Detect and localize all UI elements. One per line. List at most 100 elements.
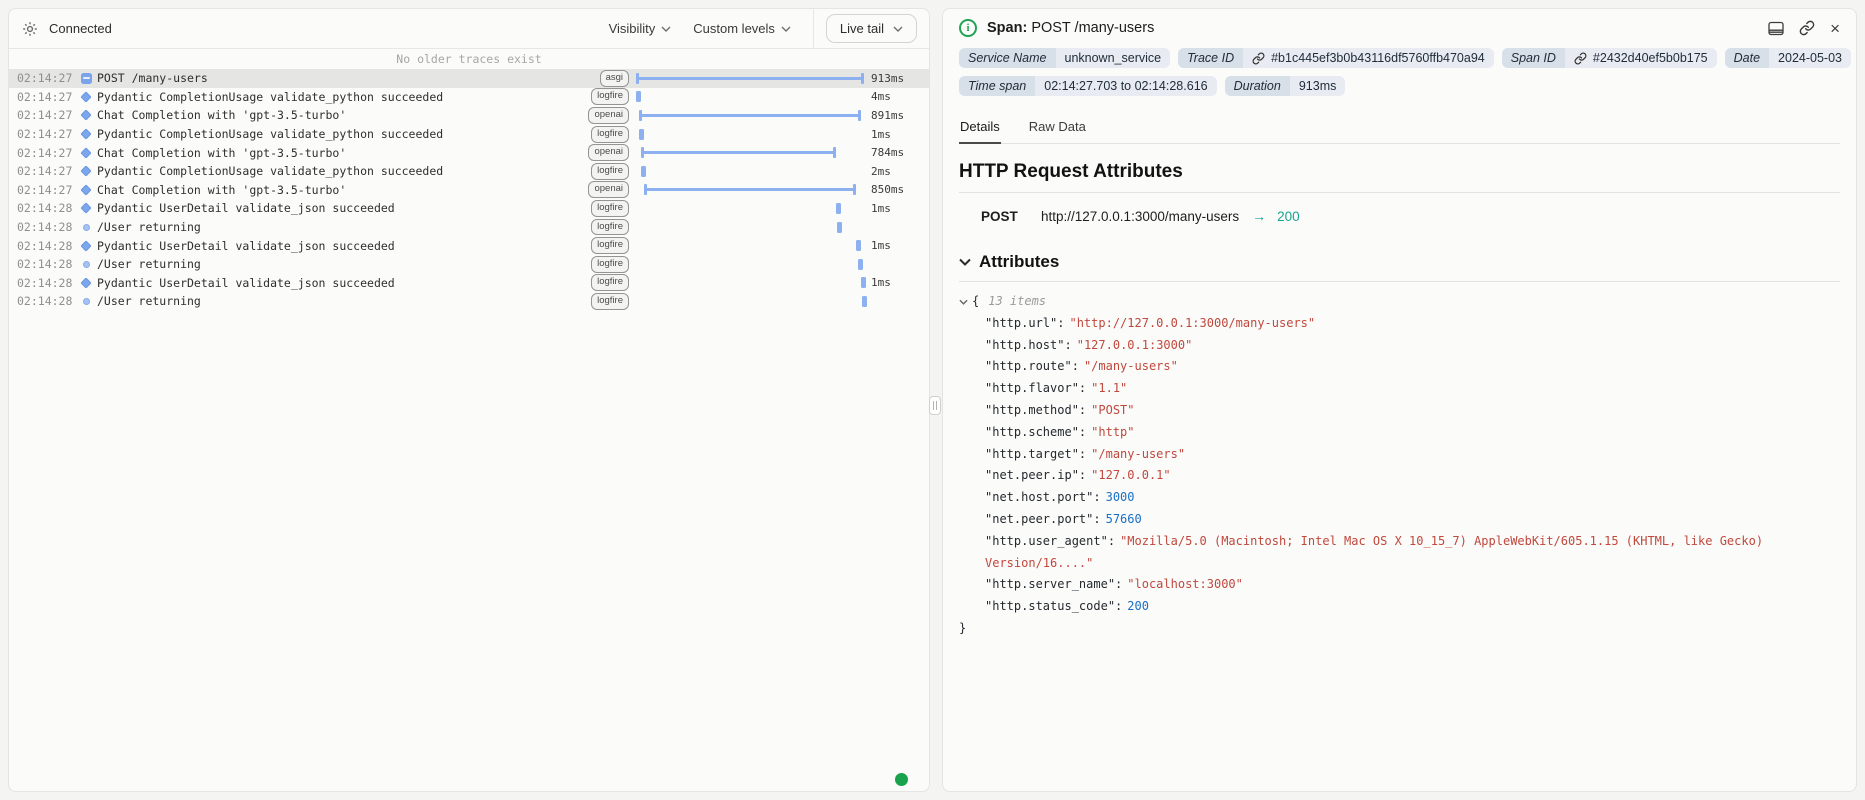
collapse-icon[interactable] [81,73,92,84]
row-timeline [636,199,864,218]
trace-row[interactable]: 02:14:27 Pydantic CompletionUsage valida… [9,88,929,107]
row-span-name: /User returning [97,294,583,308]
live-tail-cell: Live tail [813,9,929,48]
row-timeline [636,106,864,125]
trace-panel-header: Connected Visibility Custom levels [9,9,929,49]
row-timestamp: 02:14:28 [17,220,75,234]
dock-panel-icon[interactable] [1768,21,1784,36]
json-value: "POST" [1091,403,1134,417]
trace-row[interactable]: 02:14:27 Chat Completion with 'gpt-3.5-t… [9,106,929,125]
row-duration: 1ms [871,128,923,141]
trace-row[interactable]: 02:14:28 /User returning logfire [9,255,929,274]
row-timeline [636,274,864,293]
trace-row[interactable]: 02:14:28 Pydantic UserDetail validate_js… [9,274,929,293]
json-key: "http.target" [985,447,1079,461]
trace-row[interactable]: 02:14:27 Chat Completion with 'gpt-3.5-t… [9,143,929,162]
settings-gear-icon[interactable] [22,21,38,37]
row-span-name: Pydantic UserDetail validate_json succee… [97,276,583,290]
json-attribute-line: "http.method":"POST" [985,400,1840,422]
tab-raw-data[interactable]: Raw Data [1028,112,1087,143]
duration-bar [641,166,646,177]
span-diamond-icon [80,110,91,121]
row-duration: 1ms [871,276,923,289]
span-diamond-icon [80,166,91,177]
span-diamond-icon [80,147,91,158]
json-attribute-line: "http.status_code":200 [985,596,1840,618]
collapse-chevron-icon[interactable] [959,258,971,266]
http-method: POST [981,209,1041,224]
trace-row[interactable]: 02:14:28 Pydantic UserDetail validate_js… [9,199,929,218]
json-key: "http.url" [985,316,1057,330]
http-url: http://127.0.0.1:3000/many-users [1041,209,1239,224]
copy-link-icon[interactable] [1799,20,1815,36]
row-timestamp: 02:14:28 [17,276,75,290]
json-attribute-line: "http.host":"127.0.0.1:3000" [985,335,1840,357]
logfire-app: Connected Visibility Custom levels [0,0,1865,800]
json-attribute-line: "http.user_agent":"Mozilla/5.0 (Macintos… [985,531,1840,575]
chevron-down-icon [781,26,791,32]
arrow-right-icon: → [1252,208,1266,224]
span-diamond-icon [80,240,91,251]
json-value: 57660 [1106,512,1142,526]
duration-bar [639,129,644,140]
json-attribute-line: "http.scheme":"http" [985,422,1840,444]
panel-resize-handle[interactable] [929,396,941,415]
row-span-name: /User returning [97,257,583,271]
row-timeline [636,218,864,237]
row-duration: 1ms [871,239,923,252]
scope-tag: logfire [591,219,629,236]
visibility-dropdown[interactable]: Visibility [609,21,672,36]
meta-badge: Duration 913ms [1225,76,1346,96]
duration-bar [862,296,867,307]
duration-bar [641,151,836,154]
badge-label: Trace ID [1178,48,1243,68]
items-count: 13 items [988,291,1046,313]
json-entries: "http.url":"http://127.0.0.1:3000/many-u… [959,313,1840,618]
json-attribute-line: "net.host.port":3000 [985,487,1840,509]
trace-row[interactable]: 02:14:28 Pydantic UserDetail validate_js… [9,236,929,255]
scope-tag: logfire [591,126,629,143]
chevron-down-icon [893,26,903,32]
json-value: 3000 [1106,490,1135,504]
connection-status: Connected [49,21,112,36]
custom-levels-dropdown[interactable]: Custom levels [693,21,791,36]
link-icon[interactable] [1252,52,1265,65]
live-tail-dropdown[interactable]: Live tail [826,14,917,43]
trace-row[interactable]: 02:14:27 Chat Completion with 'gpt-3.5-t… [9,181,929,200]
json-collapse-icon[interactable] [959,299,968,305]
no-older-traces-message: No older traces exist [9,50,929,68]
scope-tag: logfire [591,163,629,180]
span-diamond-icon [80,128,91,139]
badge-label: Duration [1225,76,1290,96]
span-diamond-icon [80,203,91,214]
json-attribute-line: "net.peer.port":57660 [985,509,1840,531]
http-status-code: 200 [1277,209,1300,224]
row-timeline [636,181,864,200]
json-key: "http.scheme" [985,425,1079,439]
json-attribute-line: "http.server_name":"localhost:3000" [985,574,1840,596]
tab-details[interactable]: Details [959,112,1001,144]
badge-value: #2432d40ef5b0b175 [1593,51,1708,65]
http-request-attributes-heading: HTTP Request Attributes [959,161,1840,183]
row-timestamp: 02:14:27 [17,146,75,160]
trace-row[interactable]: 02:14:27 Pydantic CompletionUsage valida… [9,162,929,181]
row-timestamp: 02:14:28 [17,239,75,253]
close-icon[interactable]: × [1830,20,1840,37]
attributes-heading: Attributes [959,252,1840,272]
span-detail-panel: i Span: POST /many-users [942,8,1857,792]
scope-tag: logfire [591,256,629,273]
row-timestamp: 02:14:27 [17,108,75,122]
trace-row[interactable]: 02:14:27 POST /many-users asgi 913ms [9,69,929,88]
link-icon[interactable] [1574,52,1587,65]
json-value: "1.1" [1091,381,1127,395]
json-value: "http://127.0.0.1:3000/many-users" [1069,316,1315,330]
row-timeline [636,125,864,144]
trace-row[interactable]: 02:14:27 Pydantic CompletionUsage valida… [9,125,929,144]
span-title: Span: POST /many-users [987,20,1154,36]
trace-row[interactable]: 02:14:28 /User returning logfire [9,292,929,311]
row-span-name: Pydantic UserDetail validate_json succee… [97,239,583,253]
trace-row[interactable]: 02:14:28 /User returning logfire [9,218,929,237]
row-timeline [636,143,864,162]
scope-tag: logfire [591,237,629,254]
span-diamond-icon [80,277,91,288]
